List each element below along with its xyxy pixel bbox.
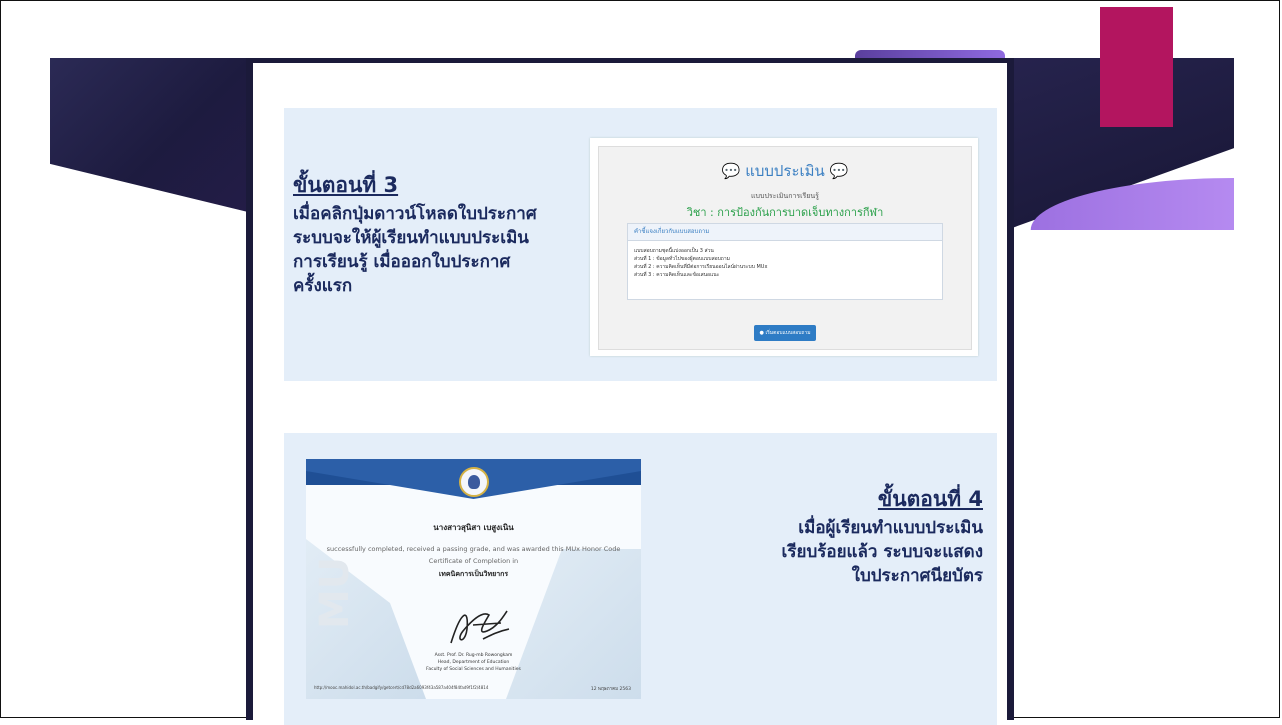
cert-url: http://mooc.mahidol.ac.th/badgify/getcer…	[314, 685, 489, 690]
instruction-box: คำชี้แจงเกี่ยวกับแบบสอบถาม แบบสอบถามชุดน…	[627, 223, 943, 300]
chat-icon: ●	[759, 330, 764, 336]
step-3-line: ระบบจะให้ผู้เรียนทำแบบประเมิน	[293, 228, 529, 248]
evaluation-title-text: แบบประเมิน	[745, 162, 825, 180]
cert-recipient-name: นางสาวสุนิสา เบสูงเนิน	[433, 523, 514, 532]
chat-icon: 💬	[829, 162, 849, 180]
step-3-line: ครั้งแรก	[293, 276, 353, 296]
cert-statement: successfully completed, received a passi…	[326, 545, 621, 553]
instruction-line: ส่วนที่ 2 : ความคิดเห็นที่มีต่อการเรียนอ…	[634, 264, 768, 270]
cert-date: 12 พฤษภาคม 2563	[590, 687, 631, 692]
evaluation-course: วิชา : การป้องกันการบาดเจ็บทางการกีฬา	[686, 206, 884, 219]
cert-signer-title: Head, Department of Education	[437, 660, 510, 665]
cert-type: Certificate of Completion in	[428, 557, 519, 565]
evaluation-screenshot: 💬 แบบประเมิน 💬 แบบประเมินการเรียนรู้ วิช…	[590, 138, 978, 356]
step-3-text: ขั้นตอนที่ 3 เมื่อคลิกปุ่มดาวน์โหลดใบประ…	[293, 169, 573, 298]
cert-watermark: MU	[312, 556, 358, 629]
step-3-title: ขั้นตอนที่ 3	[293, 173, 399, 197]
cert-signer-faculty: Faculty of Social Sciences and Humanitie…	[426, 667, 521, 672]
cert-course-name: เทคนิคการเป็นวิทยากร	[438, 570, 509, 578]
content-panel: ขั้นตอนที่ 3 เมื่อคลิกปุ่มดาวน์โหลดใบประ…	[246, 58, 1014, 725]
instruction-line: แบบสอบถามชุดนี้แบ่งออกเป็น 3 ส่วน	[634, 248, 714, 254]
start-survey-label: เริ่มตอบแบบสอบถาม	[765, 330, 811, 336]
evaluation-subtitle: แบบประเมินการเรียนรู้	[751, 192, 819, 200]
step-4-text: ขั้นตอนที่ 4 เมื่อผู้เรียนทำแบบประเมิน เ…	[693, 483, 983, 588]
decor-pink-block	[1100, 7, 1173, 127]
instruction-box-header: คำชี้แจงเกี่ยวกับแบบสอบถาม	[628, 224, 942, 241]
university-seal-icon	[459, 467, 489, 497]
instruction-line: ส่วนที่ 3 : ความคิดเห็นและข้อเสนอแนะ	[634, 272, 720, 278]
evaluation-title: 💬 แบบประเมิน 💬	[599, 159, 971, 183]
step-4-line: เรียบร้อยแล้ว ระบบจะแสดง	[781, 542, 983, 562]
step-3-line: เมื่อคลิกปุ่มดาวน์โหลดใบประกาศ	[293, 204, 537, 224]
certificate-image: MU นางสาวสุนิสา เบสูงเนิน successfully c…	[306, 459, 641, 699]
cert-signer-name: Asst. Prof. Dr. Rug-mb Rowongkam	[434, 653, 513, 658]
step-4-title: ขั้นตอนที่ 4	[877, 487, 983, 511]
instruction-line: ส่วนที่ 1 : ข้อมูลทั่วไปของผู้ตอบแบบสอบถ…	[634, 256, 730, 262]
start-survey-button[interactable]: ● เริ่มตอบแบบสอบถาม	[754, 325, 816, 341]
signature-icon	[450, 610, 510, 644]
step-3-line: การเรียนรู้ เมื่อออกใบประกาศ	[293, 252, 511, 272]
chat-icon: 💬	[721, 162, 741, 180]
step-4-line: ใบประกาศนียบัตร	[851, 566, 983, 586]
step-4-line: เมื่อผู้เรียนทำแบบประเมิน	[798, 518, 983, 538]
evaluation-page: 💬 แบบประเมิน 💬 แบบประเมินการเรียนรู้ วิช…	[598, 146, 972, 350]
